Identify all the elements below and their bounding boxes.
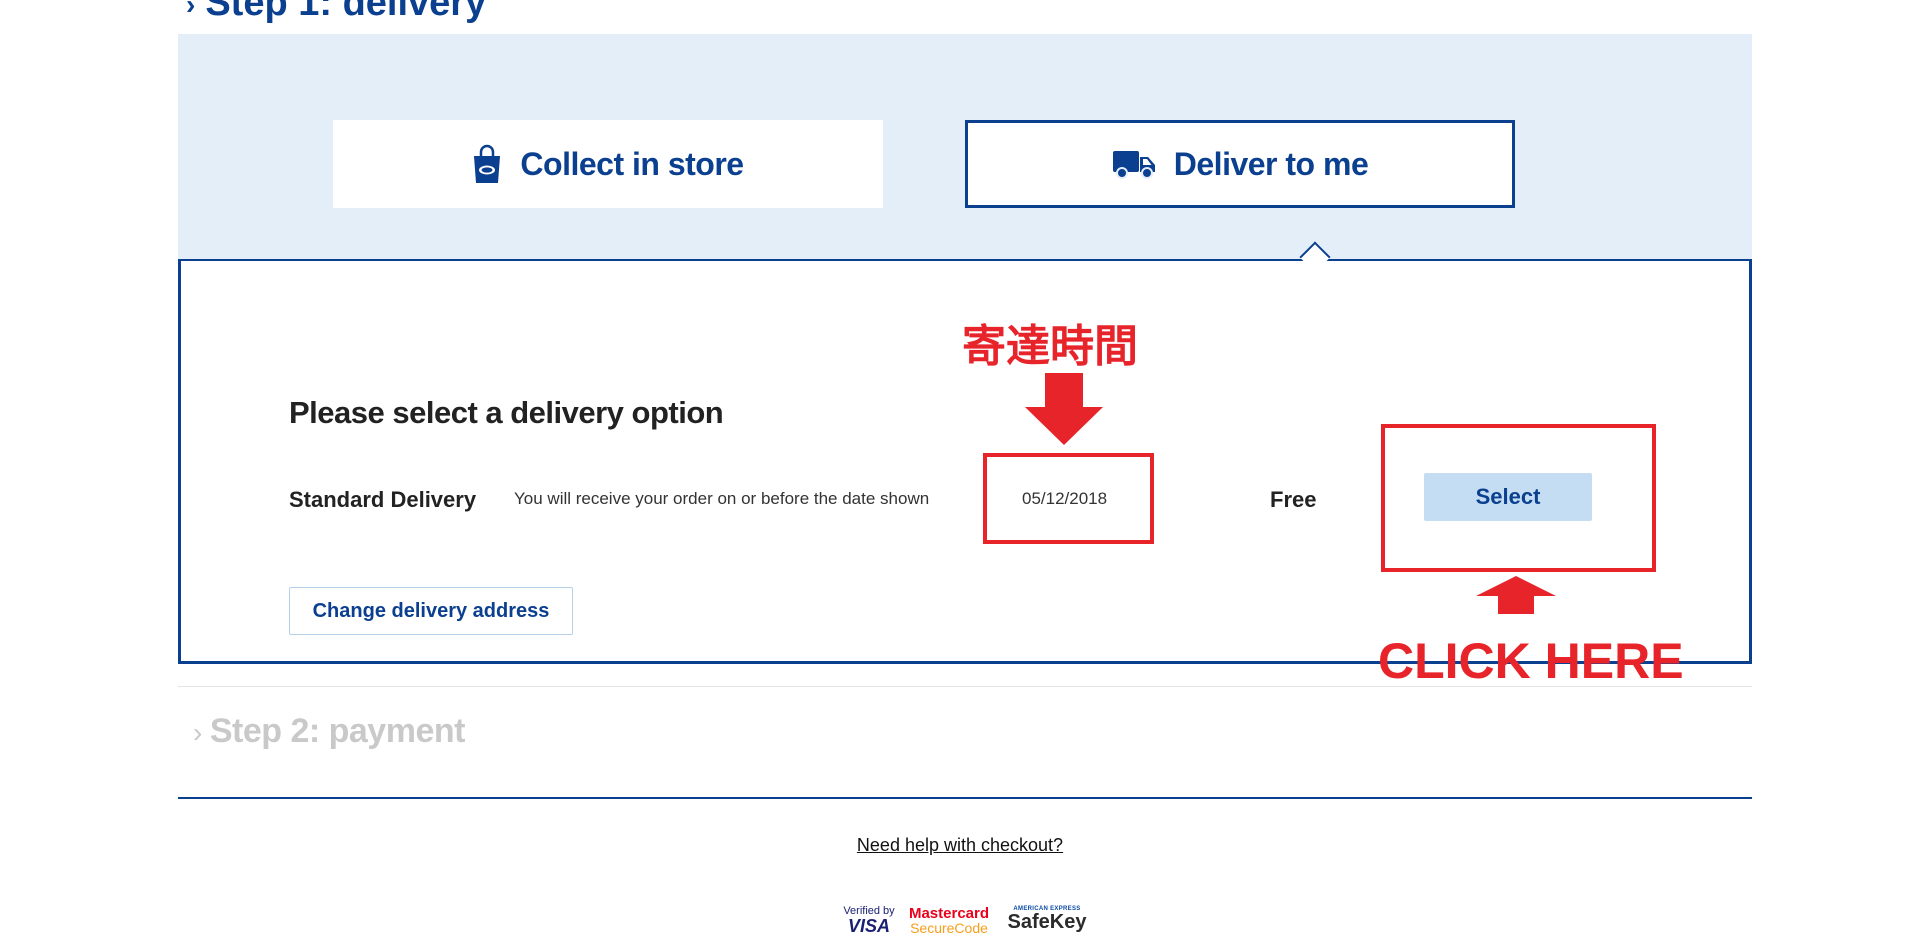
shopping-bag-icon	[472, 144, 502, 184]
verified-by-visa-logo: Verified by VISA	[840, 906, 898, 936]
checkout-divider	[178, 797, 1752, 799]
annotation-up-arrow-icon	[1476, 576, 1556, 614]
delivery-option-title: Please select a delivery option	[289, 395, 724, 430]
mastercard-logo-line1: Mastercard	[908, 905, 990, 922]
mastercard-securecode-logo: Mastercard SecureCode	[906, 906, 992, 935]
delivery-mode-band: Collect in store Deliver to me	[178, 34, 1752, 260]
annotation-down-arrow-icon	[1025, 373, 1103, 445]
delivery-price: Free	[1270, 487, 1317, 512]
step1-title: Step 1: delivery	[205, 0, 487, 24]
delivery-method-description: You will receive your order on or before…	[514, 489, 930, 508]
collect-in-store-option[interactable]: Collect in store	[333, 120, 883, 208]
annotation-select-highlight	[1381, 424, 1656, 572]
delivery-method-name: Standard Delivery	[289, 487, 477, 512]
chevron-right-icon: ›	[186, 0, 196, 20]
step2-divider	[178, 686, 1752, 687]
amex-safekey-logo: AMERICAN EXPRESS SafeKey	[1006, 906, 1088, 932]
step2-title: Step 2: payment	[209, 712, 466, 750]
visa-logo-line2: VISA	[847, 916, 890, 936]
annotation-click-here-label: CLICK HERE	[1378, 633, 1684, 689]
deliver-to-me-option[interactable]: Deliver to me	[965, 120, 1515, 208]
mastercard-logo-line2: SecureCode	[910, 920, 988, 936]
annotation-delivery-time-label: 寄達時間	[962, 322, 1138, 371]
deliver-to-me-label: Deliver to me	[1173, 145, 1369, 182]
amex-logo-line2: SafeKey	[1007, 911, 1087, 933]
step2-header: › Step 2: payment	[193, 712, 465, 751]
collect-in-store-label: Collect in store	[520, 145, 744, 182]
delivery-van-icon	[1112, 149, 1156, 179]
checkout-help-link[interactable]: Need help with checkout?	[0, 835, 1920, 856]
change-delivery-address-button[interactable]: Change delivery address	[289, 587, 573, 635]
checkout-help-link-text: Need help with checkout?	[856, 835, 1064, 855]
annotation-date-highlight	[983, 453, 1154, 544]
step1-header[interactable]: › Step 1: delivery	[186, 0, 486, 25]
chevron-right-icon: ›	[193, 717, 202, 748]
